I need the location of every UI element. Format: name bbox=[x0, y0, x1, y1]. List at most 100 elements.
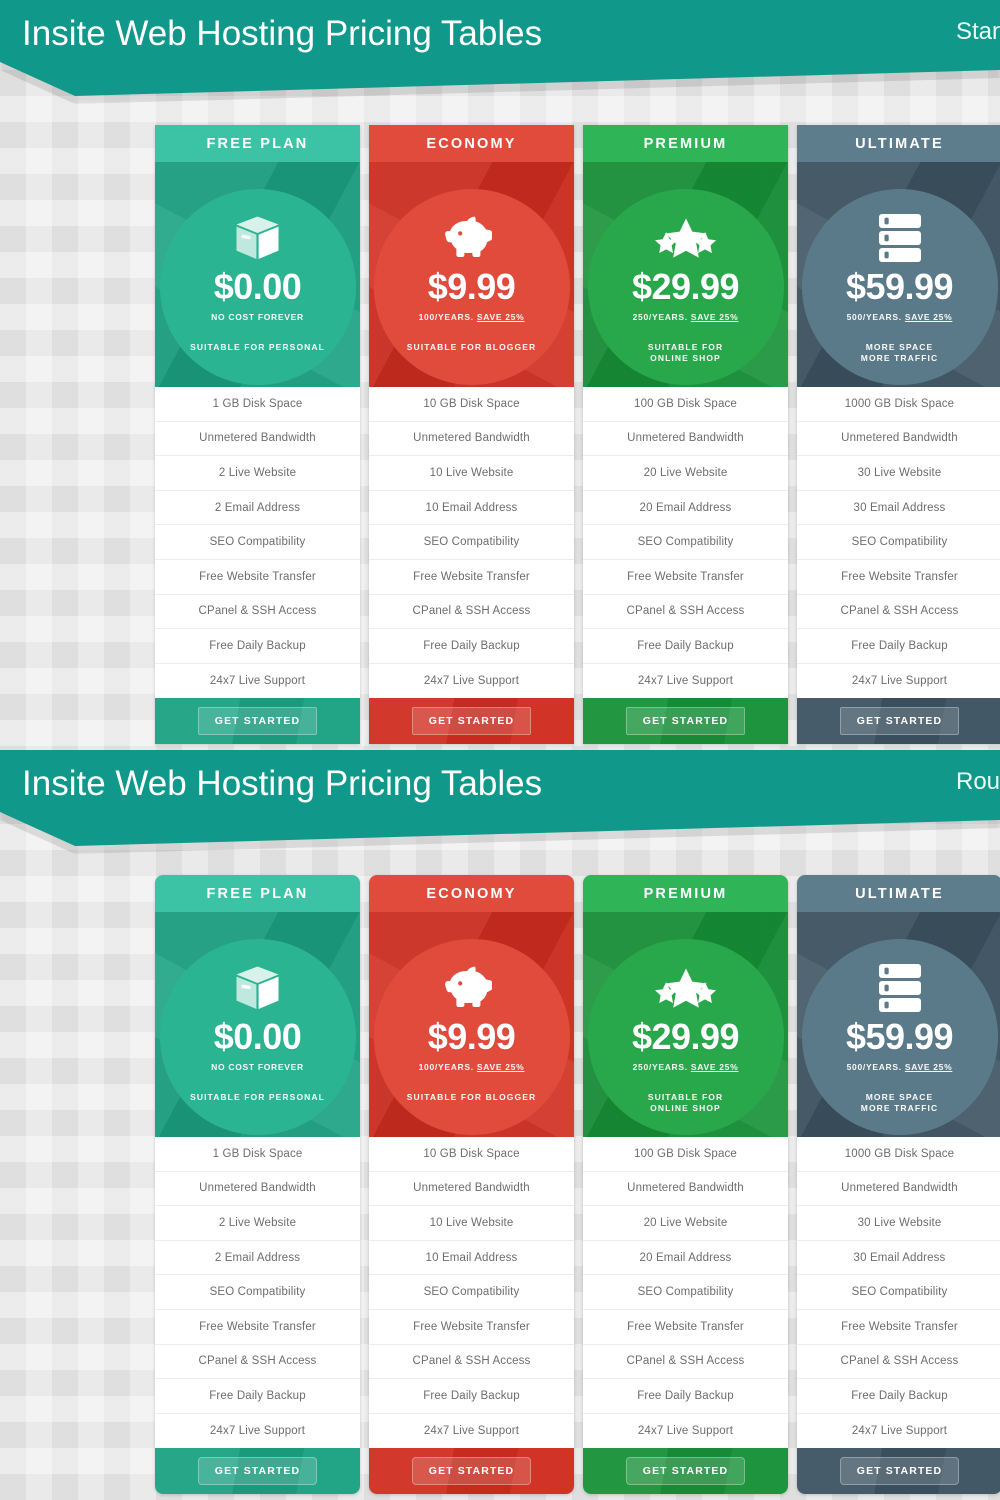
feature-row: 24x7 Live Support bbox=[851, 1425, 948, 1438]
feature-row: CPanel & SSH Access bbox=[797, 1345, 1000, 1380]
feature-row: Free Daily Backup bbox=[155, 629, 360, 664]
plan-hero-economy: $9.99 100/YEARS. SAVE 25% SUITABLE FOR BLO… bbox=[369, 162, 574, 387]
pricing-card-premium: PREMIUM $29.99 250/YEARS. SAVE 25% SUITABLE… bbox=[583, 875, 788, 1495]
variant-label-2: Rounded bbox=[956, 768, 1000, 795]
feature-row: 10 Email Address bbox=[369, 491, 574, 526]
stars-icon bbox=[654, 211, 718, 265]
feature-list-economy: 10 GB Disk Space Unmetered Bandwidth 10 Li… bbox=[369, 387, 574, 699]
plan-tagline-free: SUITABLE FOR PERSONAL bbox=[190, 342, 325, 352]
feature-row: Unmetered Bandwidth bbox=[583, 1172, 788, 1207]
plan-name-premium: PREMIUM bbox=[583, 875, 788, 912]
feature-row: Unmetered Bandwidth bbox=[583, 422, 788, 457]
server-icon bbox=[878, 961, 922, 1015]
plan-price-ultimate: $59.99 bbox=[845, 266, 954, 307]
billing-note-save: SAVE 25% bbox=[476, 1062, 525, 1072]
feature-row: 24x7 Live Support bbox=[209, 1425, 306, 1438]
feature-row: Free Daily Backup bbox=[369, 1379, 574, 1414]
plan-footer-premium: GET STARTED bbox=[583, 698, 788, 745]
feature-row: 24x7 Live Support bbox=[423, 675, 520, 688]
feature-list-premium: 100 GB Disk Space Unmetered Bandwidth 20 L… bbox=[583, 1137, 788, 1449]
plan-hero-ultimate: $59.99 500/YEARS. SAVE 25% MORE SPACE MORE… bbox=[797, 162, 1000, 387]
feature-list-free: 1 GB Disk Space Unmetered Bandwidth 2 Live… bbox=[155, 1137, 360, 1449]
feature-row: Free Daily Backup bbox=[583, 629, 788, 664]
price-circle-ultimate: $59.99 500/YEARS. SAVE 25% MORE SPACE MORE… bbox=[801, 939, 998, 1135]
feature-row: 100 GB Disk Space bbox=[583, 1137, 788, 1172]
plan-footer-economy: GET STARTED bbox=[369, 1448, 574, 1495]
get-started-button-economy[interactable]: GET STARTED bbox=[411, 707, 532, 736]
get-started-button-premium[interactable]: GET STARTED bbox=[625, 1457, 746, 1486]
plan-footer-premium: GET STARTED bbox=[583, 1448, 788, 1495]
plan-name-ultimate: ULTIMATE bbox=[797, 125, 1000, 162]
price-circle-economy: $9.99 100/YEARS. SAVE 25% SUITABLE FOR BLO… bbox=[373, 939, 570, 1135]
feature-row: 20 Email Address bbox=[583, 1241, 788, 1276]
feature-row: SEO Compatibility bbox=[155, 525, 360, 560]
billing-note-plain: 500/YEARS. bbox=[846, 312, 905, 322]
plan-price-free: $0.00 bbox=[213, 1016, 302, 1057]
get-started-button-free[interactable]: GET STARTED bbox=[197, 707, 318, 736]
feature-row: 10 GB Disk Space bbox=[369, 1137, 574, 1172]
feature-row: 30 Live Website bbox=[797, 1206, 1000, 1241]
page-title-2: Insite Web Hosting Pricing Tables bbox=[22, 764, 543, 803]
plan-tagline-ultimate: MORE SPACE MORE TRAFFIC bbox=[860, 342, 939, 364]
pricing-card-free: FREE PLAN $0.00 NO COST FOREVER SUITABLE FO… bbox=[155, 875, 360, 1495]
feature-row: SEO Compatibility bbox=[797, 525, 1000, 560]
feature-row: 10 Email Address bbox=[369, 1241, 574, 1276]
plan-tagline-premium: SUITABLE FOR ONLINE SHOP bbox=[647, 342, 724, 364]
pricing-cards-rounded: FREE PLAN $0.00 NO COST FOREVER SUITABLE FO… bbox=[155, 875, 1000, 1495]
feature-row: 20 Live Website bbox=[583, 1206, 788, 1241]
plan-name-free: FREE PLAN bbox=[155, 125, 360, 162]
billing-note-plain: 500/YEARS. bbox=[846, 1062, 905, 1072]
pricing-card-ultimate: ULTIMATE $59.99 500/YEARS. SAVE 25% MORE SP… bbox=[797, 875, 1000, 1495]
feature-row: Unmetered Bandwidth bbox=[155, 422, 360, 457]
plan-tagline-premium: SUITABLE FOR ONLINE SHOP bbox=[647, 1092, 724, 1114]
feature-row: 10 Live Website bbox=[369, 1206, 574, 1241]
box-icon bbox=[233, 961, 283, 1015]
feature-row: 2 Email Address bbox=[155, 1241, 360, 1276]
stars-icon bbox=[654, 961, 718, 1015]
feature-row: Free Daily Backup bbox=[155, 1379, 360, 1414]
plan-billing-note-ultimate: 500/YEARS. SAVE 25% bbox=[847, 312, 953, 322]
billing-note-save: SAVE 25% bbox=[904, 1062, 953, 1072]
feature-row: 20 Email Address bbox=[583, 491, 788, 526]
plan-billing-note-economy: 100/YEARS. SAVE 25% bbox=[419, 1062, 525, 1072]
get-started-button-premium[interactable]: GET STARTED bbox=[625, 707, 746, 736]
feature-row: 1000 GB Disk Space bbox=[797, 387, 1000, 422]
feature-row: CPanel & SSH Access bbox=[369, 595, 574, 630]
plan-hero-free: $0.00 NO COST FOREVER SUITABLE FOR PERSONA… bbox=[155, 912, 360, 1137]
feature-row: SEO Compatibility bbox=[155, 1275, 360, 1310]
plan-tagline-free: SUITABLE FOR PERSONAL bbox=[190, 1092, 325, 1102]
feature-row: 24x7 Live Support bbox=[423, 1425, 520, 1438]
feature-row: 24x7 Live Support bbox=[637, 1425, 734, 1438]
plan-footer-free: GET STARTED bbox=[155, 1448, 360, 1495]
feature-row: Free Website Transfer bbox=[155, 560, 360, 595]
feature-list-free: 1 GB Disk Space Unmetered Bandwidth 2 Live… bbox=[155, 387, 360, 699]
feature-row: 1000 GB Disk Space bbox=[797, 1137, 1000, 1172]
price-circle-premium: $29.99 250/YEARS. SAVE 25% SUITABLE FOR ON… bbox=[587, 189, 784, 385]
feature-row: 30 Email Address bbox=[797, 491, 1000, 526]
pricing-card-free: FREE PLAN $0.00 NO COST FOREVER SUITABLE FO… bbox=[155, 125, 360, 745]
billing-note-save: SAVE 25% bbox=[690, 1062, 739, 1072]
billing-note-save: SAVE 25% bbox=[904, 312, 953, 322]
feature-row: SEO Compatibility bbox=[369, 1275, 574, 1310]
get-started-button-economy[interactable]: GET STARTED bbox=[411, 1457, 532, 1486]
pricing-cards-standard: FREE PLAN $0.00 NO COST FOREVER SUITABLE FO… bbox=[155, 125, 1000, 745]
plan-name-economy: ECONOMY bbox=[369, 875, 574, 912]
feature-row: 20 Live Website bbox=[583, 456, 788, 491]
price-circle-ultimate: $59.99 500/YEARS. SAVE 25% MORE SPACE MORE… bbox=[801, 189, 998, 385]
feature-row: CPanel & SSH Access bbox=[155, 595, 360, 630]
plan-price-premium: $29.99 bbox=[631, 266, 740, 307]
feature-list-economy: 10 GB Disk Space Unmetered Bandwidth 10 Li… bbox=[369, 1137, 574, 1449]
plan-price-premium: $29.99 bbox=[631, 1016, 740, 1057]
feature-row: SEO Compatibility bbox=[797, 1275, 1000, 1310]
get-started-button-ultimate[interactable]: GET STARTED bbox=[839, 707, 960, 736]
plan-footer-ultimate: GET STARTED bbox=[797, 698, 1000, 745]
feature-row: 2 Live Website bbox=[155, 456, 360, 491]
plan-footer-ultimate: GET STARTED bbox=[797, 1448, 1000, 1495]
get-started-button-ultimate[interactable]: GET STARTED bbox=[839, 1457, 960, 1486]
feature-row: Free Daily Backup bbox=[797, 629, 1000, 664]
feature-row: 24x7 Live Support bbox=[637, 675, 734, 688]
get-started-button-free[interactable]: GET STARTED bbox=[197, 1457, 318, 1486]
price-circle-free: $0.00 NO COST FOREVER SUITABLE FOR PERSONA… bbox=[159, 189, 356, 385]
plan-hero-economy: $9.99 100/YEARS. SAVE 25% SUITABLE FOR BLO… bbox=[369, 912, 574, 1137]
feature-row: 10 GB Disk Space bbox=[369, 387, 574, 422]
